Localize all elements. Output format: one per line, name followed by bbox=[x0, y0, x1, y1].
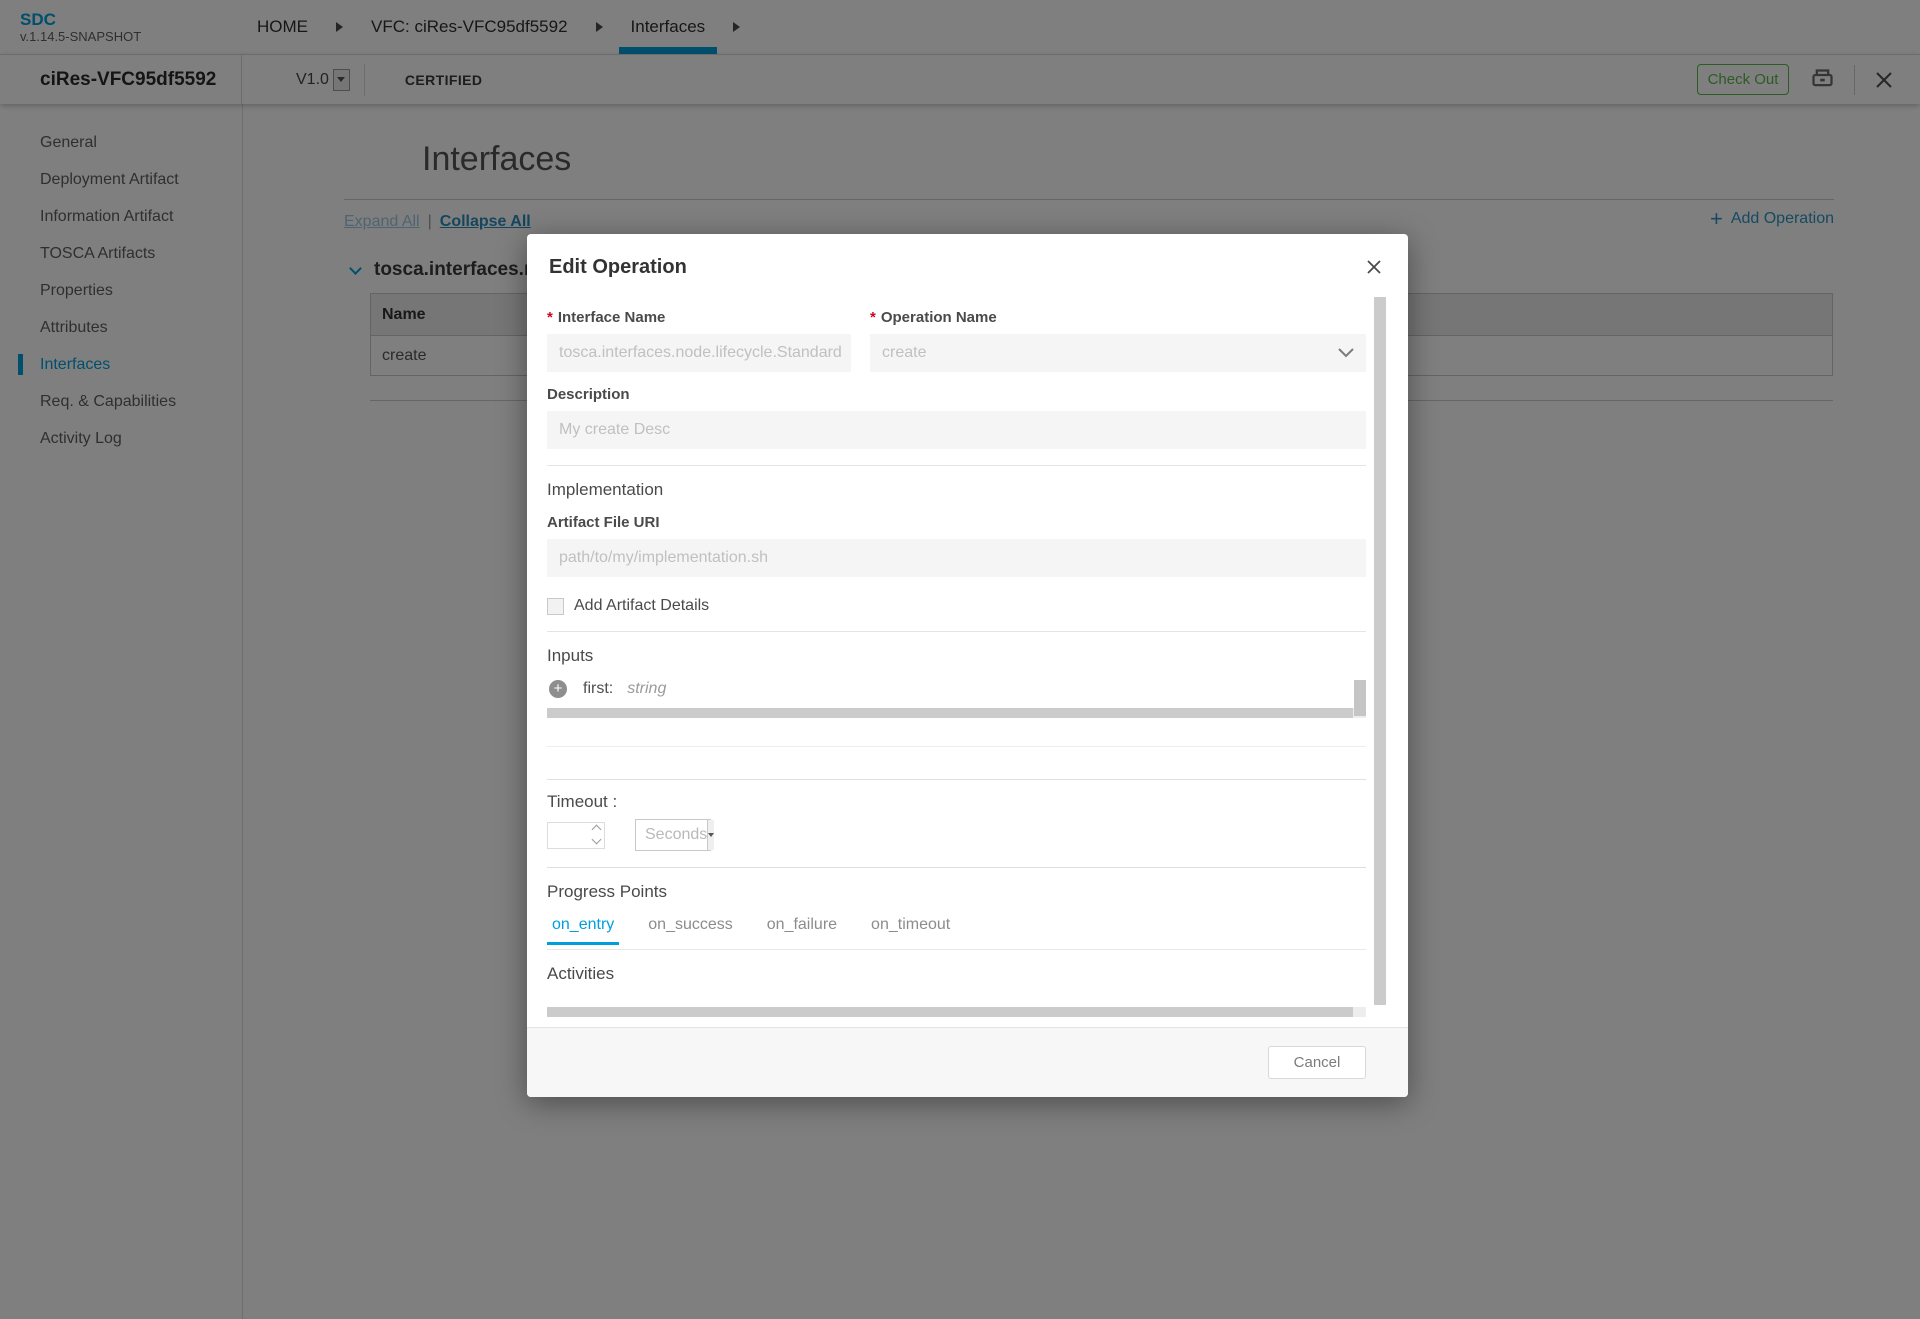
interface-name-label: *Interface Name bbox=[547, 309, 851, 326]
required-marker: * bbox=[870, 309, 876, 326]
description-input[interactable]: My create Desc bbox=[547, 411, 1366, 449]
implementation-heading: Implementation bbox=[547, 480, 1366, 500]
tab-on-timeout[interactable]: on_timeout bbox=[866, 916, 955, 945]
divider bbox=[547, 779, 1366, 780]
expand-input-icon[interactable]: + bbox=[549, 680, 567, 698]
artifact-file-uri-value: path/to/my/implementation.sh bbox=[559, 549, 768, 567]
inputs-heading: Inputs bbox=[547, 646, 1366, 666]
inputs-vertical-scrollbar[interactable] bbox=[1354, 680, 1366, 716]
chevron-down-icon bbox=[1338, 348, 1354, 358]
inputs-horizontal-scrollbar[interactable] bbox=[547, 708, 1366, 718]
scrollbar-thumb[interactable] bbox=[547, 708, 1353, 718]
tab-on-entry[interactable]: on_entry bbox=[547, 916, 619, 945]
scrollbar-thumb[interactable] bbox=[547, 1007, 1353, 1017]
chevron-down-icon bbox=[707, 820, 714, 850]
modal-body: *Interface Name tosca.interfaces.node.li… bbox=[527, 289, 1408, 1027]
interface-name-value: tosca.interfaces.node.lifecycle.Standard bbox=[559, 344, 842, 362]
progress-points-heading: Progress Points bbox=[547, 882, 1366, 902]
divider bbox=[547, 465, 1366, 466]
scrollbar-track bbox=[1353, 1007, 1366, 1017]
timeout-label: Timeout : bbox=[547, 792, 1366, 812]
tab-on-failure[interactable]: on_failure bbox=[762, 916, 842, 945]
divider bbox=[547, 867, 1366, 868]
close-icon[interactable] bbox=[1366, 256, 1382, 275]
spinner-up-icon[interactable] bbox=[592, 824, 602, 834]
artifact-file-uri-input[interactable]: path/to/my/implementation.sh bbox=[547, 539, 1366, 577]
operation-name-label: *Operation Name bbox=[870, 309, 1366, 326]
interface-name-select[interactable]: tosca.interfaces.node.lifecycle.Standard bbox=[547, 334, 851, 372]
modal-footer: Cancel bbox=[527, 1027, 1408, 1097]
number-spinner bbox=[593, 826, 600, 843]
edit-operation-modal: Edit Operation *Interface Name tosca.int… bbox=[527, 234, 1408, 1097]
add-artifact-details-label: Add Artifact Details bbox=[574, 597, 709, 615]
description-label: Description bbox=[547, 386, 1366, 403]
required-marker: * bbox=[547, 309, 553, 326]
activities-heading: Activities bbox=[547, 964, 1366, 984]
operation-name-select[interactable]: create bbox=[870, 334, 1366, 372]
modal-vertical-scrollbar[interactable] bbox=[1374, 297, 1386, 1005]
divider bbox=[547, 949, 1366, 950]
modal-horizontal-scrollbar[interactable] bbox=[547, 1007, 1366, 1017]
input-param-type: string bbox=[627, 680, 666, 698]
input-param-row: + first: string bbox=[547, 676, 1366, 702]
tab-on-success[interactable]: on_success bbox=[643, 916, 738, 945]
artifact-file-uri-label: Artifact File URI bbox=[547, 514, 1366, 531]
input-param-name: first: bbox=[583, 680, 613, 698]
divider bbox=[547, 746, 1366, 747]
cancel-button[interactable]: Cancel bbox=[1268, 1046, 1366, 1079]
description-value: My create Desc bbox=[559, 421, 670, 439]
modal-title: Edit Operation bbox=[549, 256, 687, 279]
timeout-unit-select[interactable]: Seconds bbox=[635, 819, 711, 851]
operation-name-value: create bbox=[882, 344, 926, 362]
divider bbox=[547, 631, 1366, 632]
add-artifact-details-checkbox[interactable] bbox=[547, 598, 564, 615]
timeout-number-input[interactable] bbox=[547, 822, 605, 849]
inputs-list: + first: string bbox=[547, 676, 1366, 718]
spinner-down-icon[interactable] bbox=[592, 834, 602, 844]
progress-points-tabs: on_entry on_success on_failure on_timeou… bbox=[547, 916, 1366, 945]
timeout-unit-value: Seconds bbox=[636, 820, 707, 850]
